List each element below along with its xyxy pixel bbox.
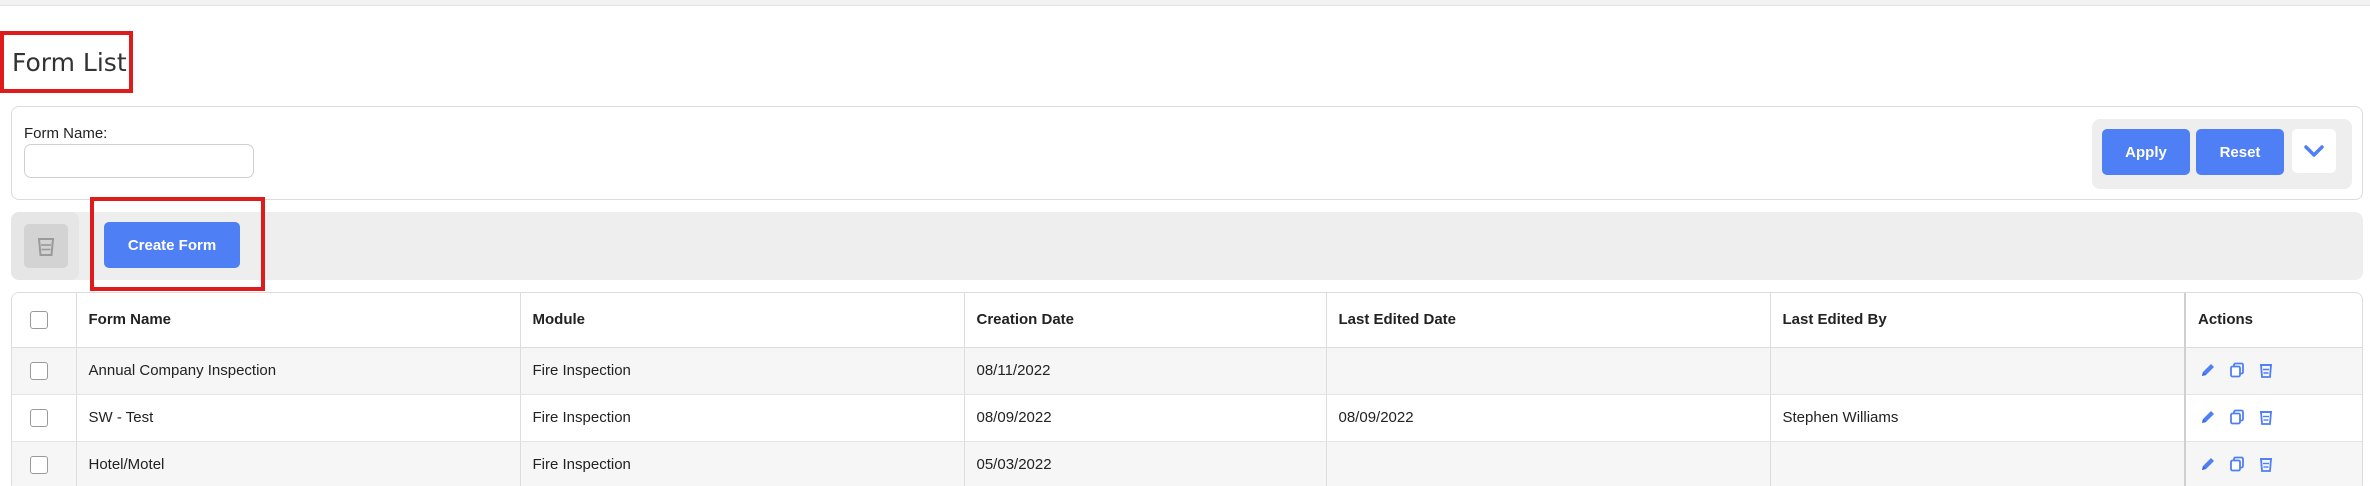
trash-icon <box>2257 457 2275 476</box>
trash-icon <box>2257 410 2275 429</box>
select-all-checkbox[interactable] <box>30 310 48 329</box>
copy-icon <box>2228 362 2246 382</box>
row-checkbox[interactable] <box>30 361 48 380</box>
row-checkbox[interactable] <box>30 408 48 427</box>
table-row[interactable]: Annual Company Inspection Fire Inspection… <box>12 347 2362 395</box>
row-select-cell <box>12 394 77 442</box>
last-edited-by-cell <box>1770 441 2186 486</box>
column-header-actions: Actions <box>2184 293 2362 348</box>
chevron-down-icon <box>2304 145 2324 157</box>
row-checkbox[interactable] <box>30 455 48 474</box>
form-name-cell: Hotel/Motel <box>76 441 521 486</box>
top-bar <box>0 0 2370 6</box>
reset-button[interactable]: Reset <box>2196 129 2284 175</box>
module-cell: Fire Inspection <box>520 347 965 395</box>
trash-icon <box>37 238 55 256</box>
delete-button[interactable] <box>2256 408 2276 428</box>
column-header-creation-date[interactable]: Creation Date <box>964 293 1327 348</box>
row-actions <box>2184 347 2362 395</box>
pencil-icon <box>2199 457 2217 476</box>
duplicate-button[interactable] <box>2227 408 2247 428</box>
creation-date-cell: 08/11/2022 <box>964 347 1327 395</box>
expand-filters-button[interactable] <box>2292 129 2336 173</box>
delete-button[interactable] <box>2256 455 2276 475</box>
column-header-last-edited-date[interactable]: Last Edited Date <box>1326 293 1771 348</box>
creation-date-cell: 08/09/2022 <box>964 394 1327 442</box>
bulk-delete-button[interactable] <box>24 224 68 268</box>
pencil-icon <box>2199 363 2217 382</box>
row-select-cell <box>12 441 77 486</box>
form-name-cell: SW - Test <box>76 394 521 442</box>
last-edited-date-cell <box>1326 347 1771 395</box>
column-header-last-edited-by[interactable]: Last Edited By <box>1770 293 2186 348</box>
column-header-form-name[interactable]: Form Name <box>76 293 521 348</box>
last-edited-date-cell: 08/09/2022 <box>1326 394 1771 442</box>
forms-table: Form Name Module Creation Date Last Edit… <box>11 292 2363 486</box>
last-edited-date-cell <box>1326 441 1771 486</box>
table-header-row: Form Name Module Creation Date Last Edit… <box>12 293 2362 348</box>
duplicate-button[interactable] <box>2227 455 2247 475</box>
copy-icon <box>2228 456 2246 476</box>
highlight-box-create <box>90 197 265 291</box>
column-header-module[interactable]: Module <box>520 293 965 348</box>
select-all-cell <box>12 293 77 348</box>
delete-button[interactable] <box>2256 361 2276 381</box>
bulk-delete-wrap <box>11 212 79 280</box>
creation-date-cell: 05/03/2022 <box>964 441 1327 486</box>
last-edited-by-cell <box>1770 347 2186 395</box>
copy-icon <box>2228 409 2246 429</box>
filter-panel: Form Name: Apply Reset <box>11 106 2363 200</box>
edit-button[interactable] <box>2198 361 2218 381</box>
trash-icon <box>2257 363 2275 382</box>
module-cell: Fire Inspection <box>520 441 965 486</box>
edit-button[interactable] <box>2198 408 2218 428</box>
row-actions <box>2184 394 2362 442</box>
duplicate-button[interactable] <box>2227 361 2247 381</box>
row-actions <box>2184 441 2362 486</box>
form-name-input[interactable] <box>24 144 254 178</box>
form-name-cell: Annual Company Inspection <box>76 347 521 395</box>
apply-button[interactable]: Apply <box>2102 129 2190 175</box>
form-name-label: Form Name: <box>24 125 108 142</box>
table-row[interactable]: SW - Test Fire Inspection 08/09/2022 08/09/… <box>12 394 2362 442</box>
table-row[interactable]: Hotel/Motel Fire Inspection 05/03/2022 <box>12 441 2362 486</box>
pencil-icon <box>2199 410 2217 429</box>
module-cell: Fire Inspection <box>520 394 965 442</box>
last-edited-by-cell: Stephen Williams <box>1770 394 2186 442</box>
highlight-box-title <box>0 31 133 93</box>
table-toolbar: Create Form <box>11 212 2363 280</box>
edit-button[interactable] <box>2198 455 2218 475</box>
row-select-cell <box>12 347 77 395</box>
filter-actions: Apply Reset <box>2092 119 2352 189</box>
